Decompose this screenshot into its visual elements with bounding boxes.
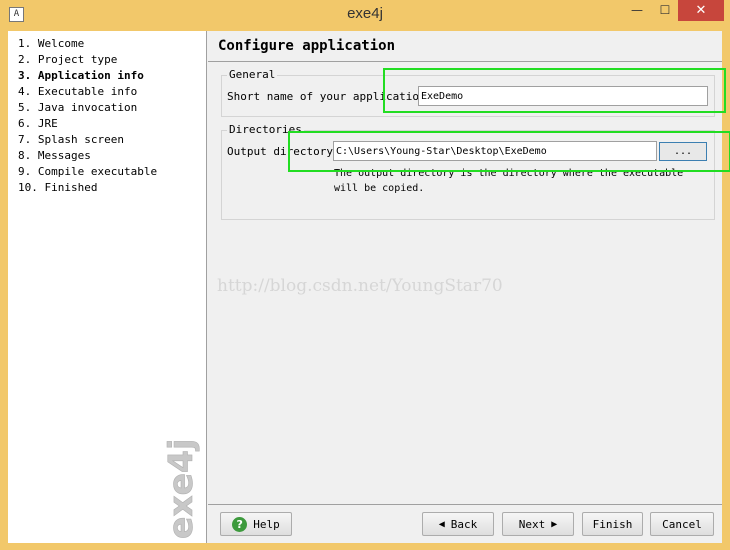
step-welcome: 1. Welcome: [18, 37, 85, 50]
next-button[interactable]: Next ▶: [502, 512, 574, 536]
step-splash-screen: 7. Splash screen: [18, 133, 124, 146]
exe4j-window: A exe4j — ☐ ✕ 1. Welcome 2. Project type…: [0, 0, 730, 550]
general-legend: General: [227, 68, 278, 81]
arrow-left-icon: ◀: [438, 518, 445, 530]
exe4j-logo-text: exe4j: [161, 439, 200, 539]
exe4j-logo: exe4j: [161, 439, 200, 539]
close-button[interactable]: ✕: [678, 0, 724, 21]
step-jre: 6. JRE: [18, 117, 58, 130]
output-directory-highlight: [288, 131, 730, 172]
wizard-steps-list: 1. Welcome 2. Project type 3. Applicatio…: [18, 37, 157, 197]
step-compile-executable: 9. Compile executable: [18, 165, 158, 178]
short-name-highlight: [383, 68, 726, 113]
page-title: Configure application: [218, 38, 396, 54]
help-icon: ?: [232, 516, 248, 532]
title-divider: [208, 61, 722, 62]
maximize-button[interactable]: ☐: [652, 0, 678, 21]
step-finished: 10. Finished: [18, 181, 98, 194]
next-label: Next: [518, 517, 546, 531]
main-panel: Configure application General Short name…: [208, 31, 730, 543]
window-title: exe4j: [347, 5, 383, 22]
wizard-steps-sidebar: 1. Welcome 2. Project type 3. Applicatio…: [8, 31, 207, 543]
client-area: 1. Welcome 2. Project type 3. Applicatio…: [8, 31, 730, 543]
step-application-info: 3. Application info: [18, 69, 144, 82]
step-project-type: 2. Project type: [18, 53, 118, 66]
finish-button[interactable]: Finish: [582, 512, 643, 536]
help-button[interactable]: ? Help: [220, 512, 292, 536]
footer-divider: [208, 504, 722, 505]
step-executable-info: 4. Executable info: [18, 85, 138, 98]
step-java-invocation: 5. Java invocation: [18, 101, 138, 114]
watermark-text: http://blog.csdn.net/YoungStar70: [217, 276, 503, 296]
cancel-button[interactable]: Cancel: [650, 512, 714, 536]
minimize-button[interactable]: —: [624, 0, 650, 21]
help-label: Help: [253, 517, 280, 531]
back-label: Back: [450, 517, 478, 531]
title-bar[interactable]: A exe4j — ☐ ✕: [0, 0, 730, 30]
step-messages: 8. Messages: [18, 149, 91, 162]
back-button[interactable]: ◀ Back: [422, 512, 494, 536]
arrow-right-icon: ▶: [551, 518, 558, 530]
